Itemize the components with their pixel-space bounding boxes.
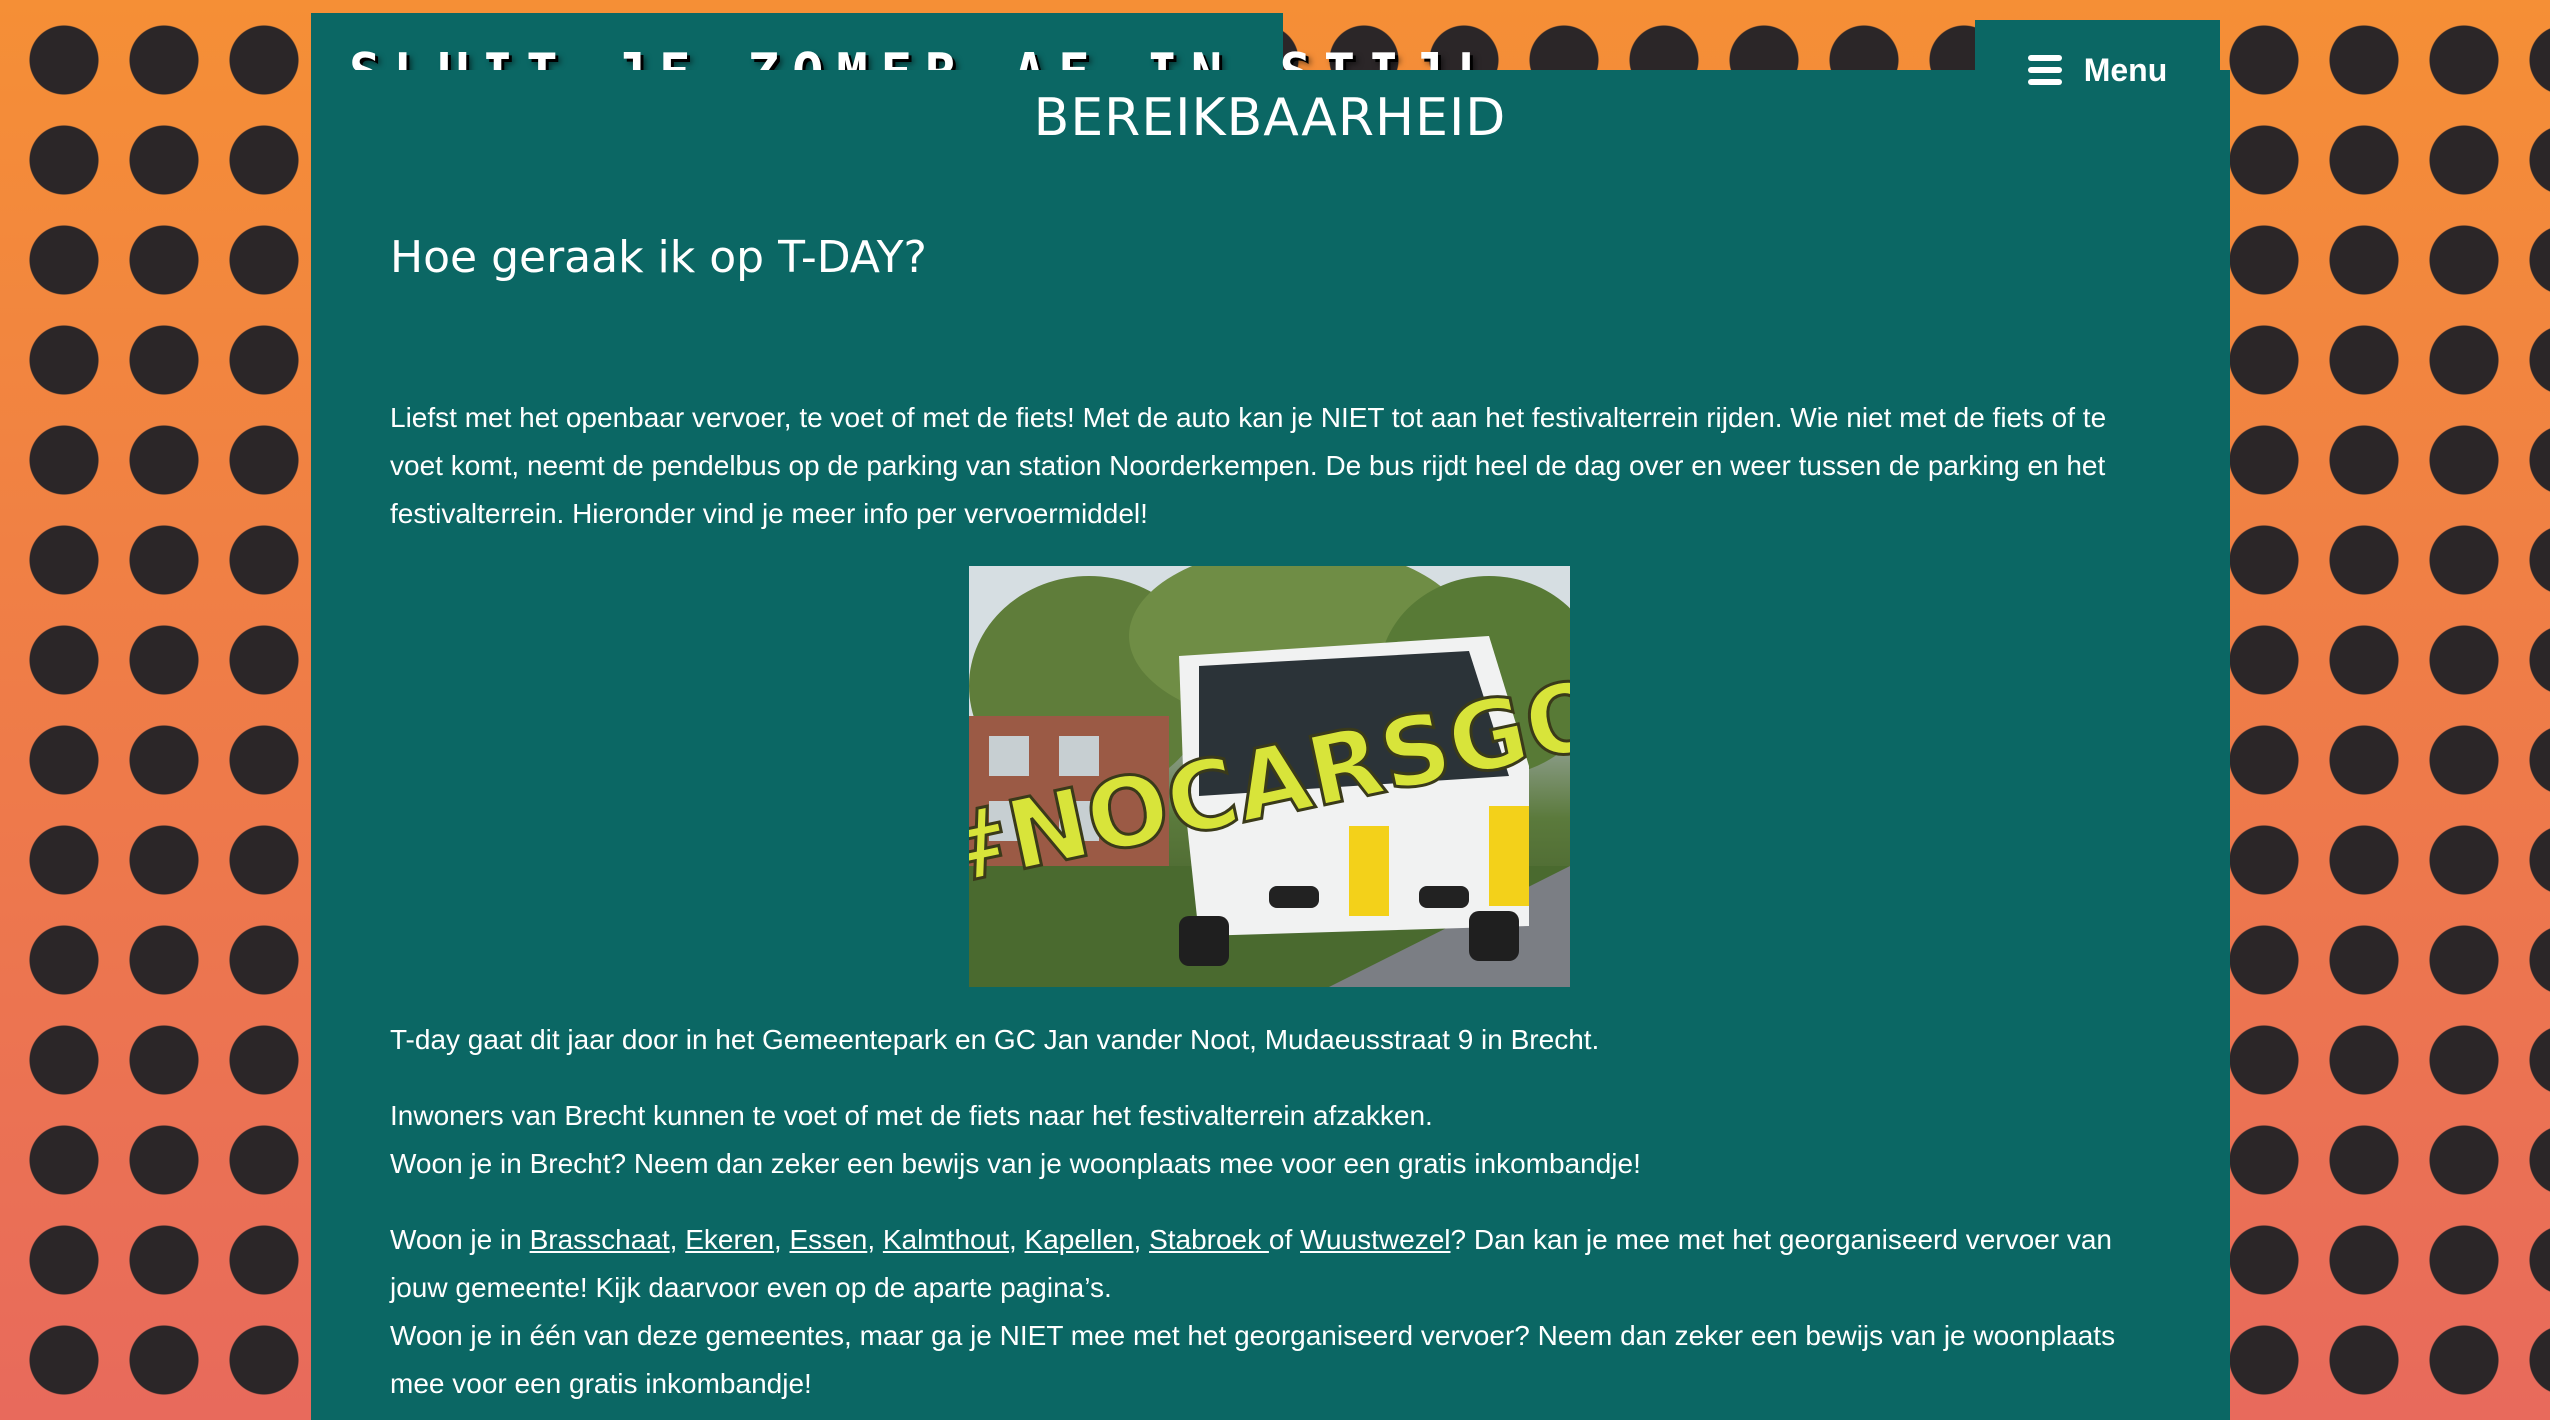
separator: , [867,1224,883,1255]
separator: , [1008,1224,1025,1255]
link-kapellen[interactable]: Kapellen [1025,1224,1134,1255]
separator: , [773,1224,790,1255]
link-essen[interactable]: Essen [789,1224,867,1255]
menu-label[interactable]: Menu [2084,52,2168,89]
brecht-line-2: Woon je in Brecht? Neem dan zeker een be… [390,1148,1641,1179]
link-stabroek[interactable]: Stabroek [1149,1224,1269,1255]
section-title: Hoe geraak ik op T-DAY? [390,232,927,283]
page-title: BEREIKBAARHEID [1033,88,1507,148]
nocarsgo-bus-image: #NOCARSGO [969,566,1570,987]
link-ekeren[interactable]: Ekeren [685,1224,774,1255]
intro-paragraph: Liefst met het openbaar vervoer, te voet… [390,402,2107,529]
separator: , [1133,1224,1150,1255]
municipalities-line-2: Woon je in één van deze gemeentes, maar … [390,1320,2116,1399]
location-paragraph: T-day gaat dit jaar door in het Gemeente… [390,1024,1600,1055]
municipalities-paragraph: Woon je in Brasschaat, Ekeren, Essen, Ka… [390,1216,2130,1408]
or-text: of [1268,1224,1301,1255]
hamburger-icon[interactable] [2027,55,2062,85]
brecht-line-1: Inwoners van Brecht kunnen te voet of me… [390,1100,1433,1131]
link-wuustwezel[interactable]: Wuustwezel [1300,1224,1450,1255]
municipalities-prefix: Woon je in [390,1224,530,1255]
link-brasschaat[interactable]: Brasschaat [530,1224,670,1255]
link-kalmthout[interactable]: Kalmthout [883,1224,1009,1255]
separator: , [669,1224,686,1255]
